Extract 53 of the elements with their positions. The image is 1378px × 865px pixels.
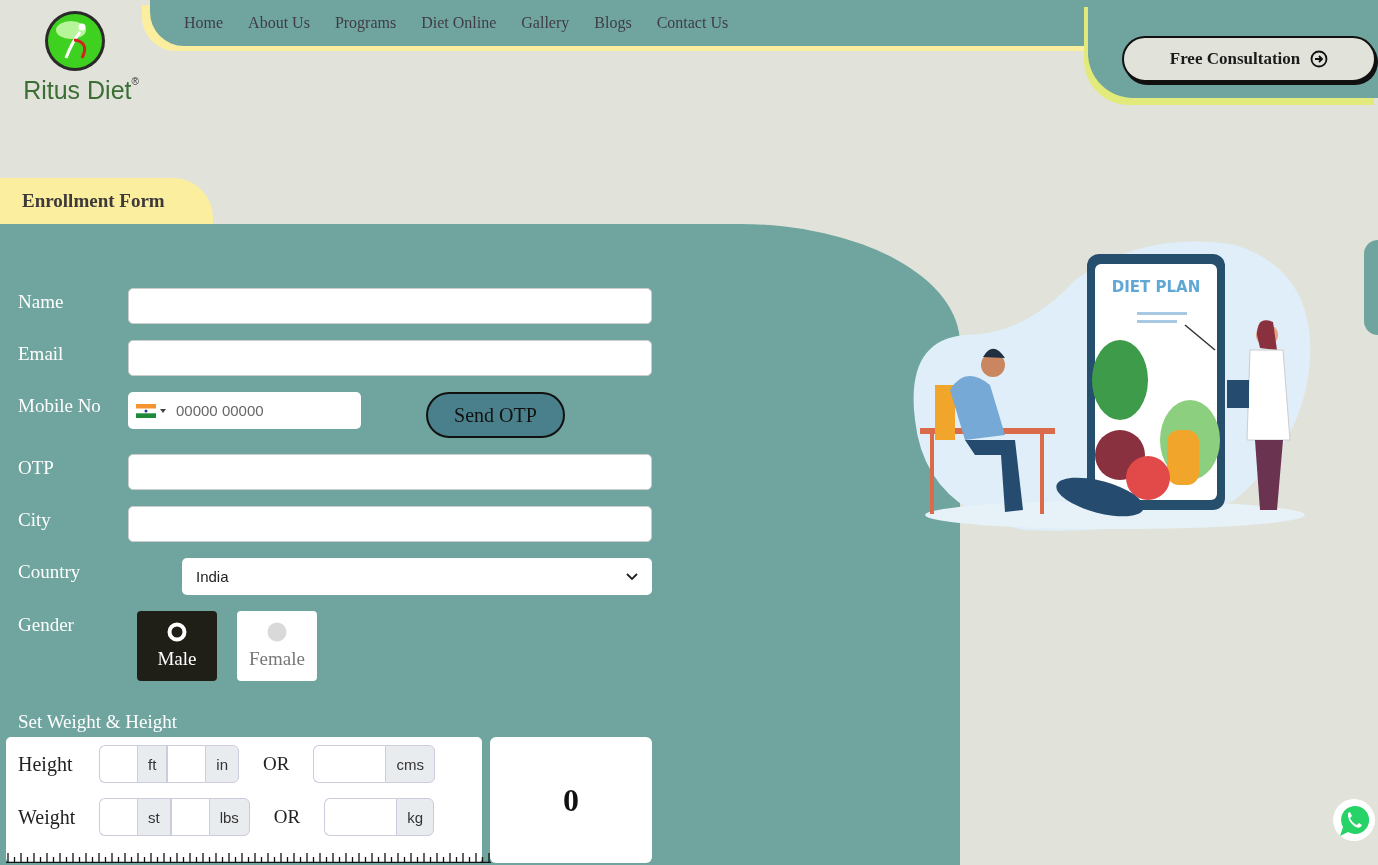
logo-icon [44,10,106,72]
country-dropdown[interactable]: India [182,558,652,595]
text-field[interactable] [128,506,652,542]
text-field[interactable] [128,454,652,490]
number-field[interactable] [99,745,137,783]
measure-label: Height [18,752,74,776]
text-field[interactable] [128,340,652,376]
measure-label: Weight [18,805,77,829]
chat-icon[interactable] [1332,798,1376,842]
nav-link[interactable]: Gallery [521,14,570,32]
nav-link[interactable]: Home [184,14,224,32]
radio-icon [267,622,287,642]
free-consultation-button[interactable]: Free Consultation [1122,36,1376,82]
gender-option[interactable]: Male [137,611,217,681]
arrow-circle-icon [1310,50,1329,68]
number-field[interactable] [313,745,386,783]
number-field[interactable] [324,798,397,836]
nav-link[interactable]: Contact Us [656,14,729,32]
unit-label: in [205,745,240,783]
unit-label: ft [137,745,168,783]
flag-dropdown-icon[interactable] [136,403,166,418]
phone-field[interactable]: 00000 00000 [128,392,361,429]
or-text: OR [263,753,290,775]
nav-link[interactable]: Blogs [594,14,632,32]
chevron-down-icon [626,572,638,581]
or-text: OR [273,806,301,828]
number-field[interactable] [167,745,206,783]
section-title: Set Weight & Height [18,711,179,733]
number-field[interactable] [99,798,137,836]
text-field[interactable] [128,288,652,324]
registered-mark: ® [131,76,139,87]
side-tab[interactable] [1364,240,1378,335]
field-label: Country [18,560,82,583]
unit-label: lbs [208,798,250,836]
field-label: Name [18,290,65,313]
field-label: Mobile No [18,394,102,417]
nav-link[interactable]: About Us [248,14,310,32]
field-label: OTP [18,456,55,479]
unit-label: cms [385,745,435,783]
field-label: Gender [18,613,75,636]
radio-icon [167,622,187,642]
field-label: City [18,508,52,531]
diet-plan-caption: DIET PLAN [1111,278,1201,296]
unit-label: kg [396,798,435,836]
gender-option[interactable]: Female [237,611,317,681]
send-otp-button[interactable]: Send OTP [426,392,565,438]
unit-label: st [137,798,171,836]
nav-link[interactable]: Diet Online [421,14,497,32]
field-label: Email [18,342,65,365]
nav-link[interactable]: Programs [334,14,397,32]
logo-text: Ritus Diet [23,76,132,105]
number-field[interactable] [170,798,209,836]
result-value: 0 [563,781,580,819]
